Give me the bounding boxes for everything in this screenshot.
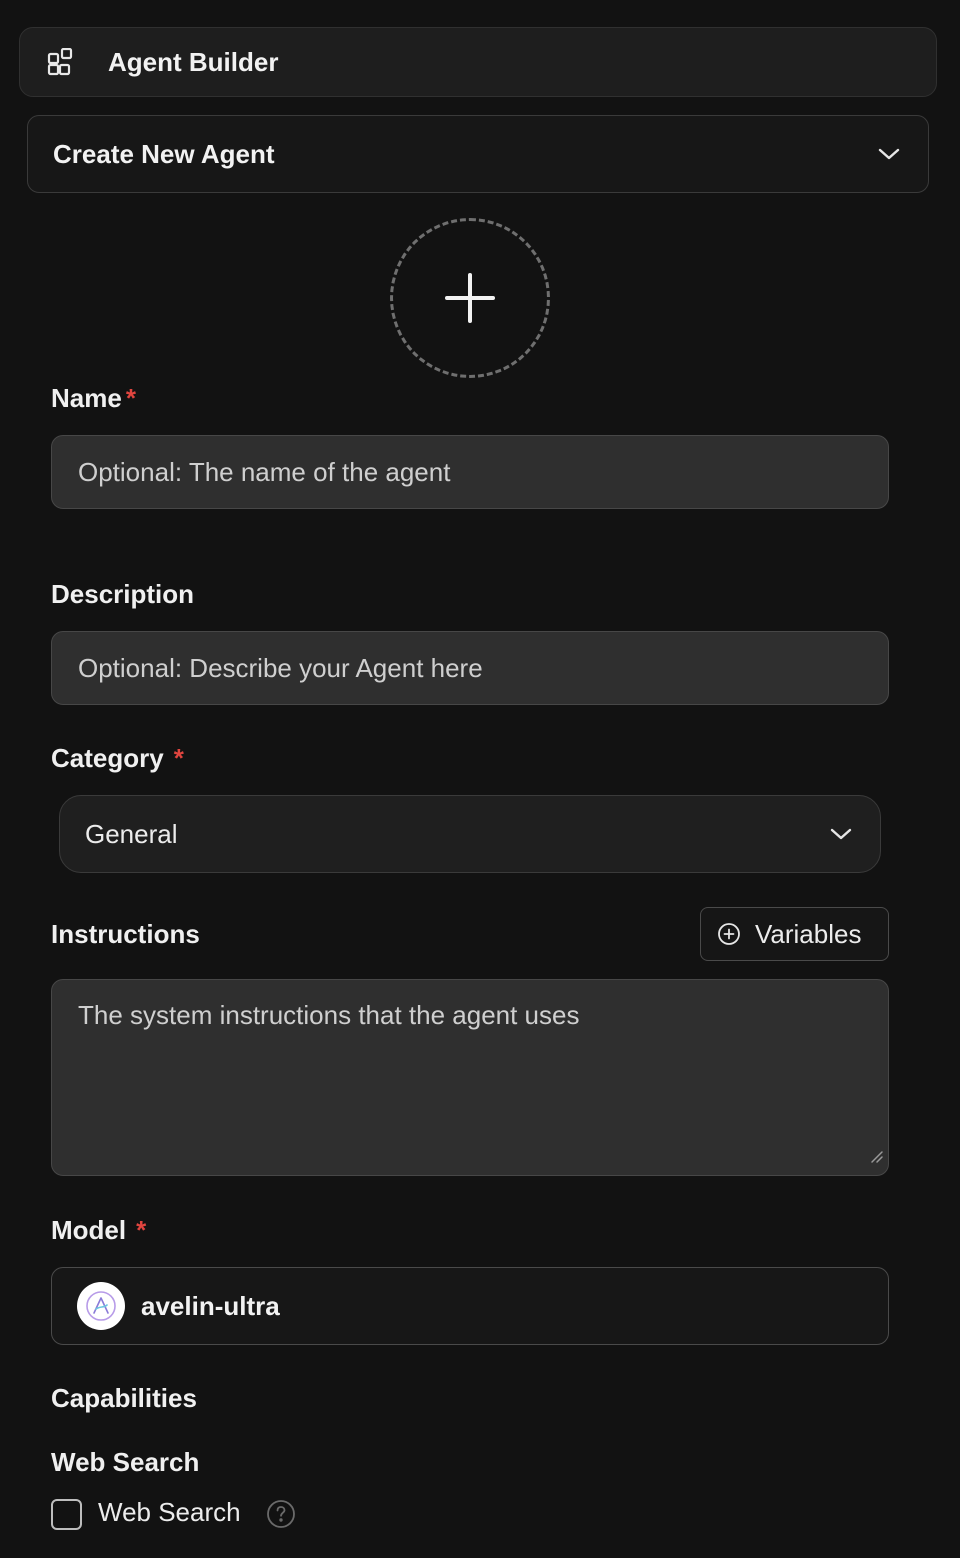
plus-circle-icon bbox=[717, 922, 741, 946]
model-select[interactable]: avelin-ultra bbox=[51, 1267, 889, 1345]
category-value: General bbox=[85, 818, 178, 849]
resize-handle-icon[interactable] bbox=[870, 1140, 884, 1171]
web-search-checkbox-label[interactable]: Web Search bbox=[98, 1497, 241, 1528]
description-label: Description bbox=[51, 579, 195, 609]
variables-button-label: Variables bbox=[755, 918, 862, 949]
widgets-icon bbox=[46, 47, 76, 77]
model-value: avelin-ultra bbox=[141, 1290, 280, 1321]
agent-select-dropdown[interactable]: Create New Agent bbox=[27, 115, 929, 193]
instructions-placeholder: The system instructions that the agent u… bbox=[78, 1000, 580, 1030]
model-logo-icon bbox=[77, 1282, 125, 1330]
variables-button[interactable]: Variables bbox=[700, 907, 889, 961]
instructions-textarea[interactable]: The system instructions that the agent u… bbox=[51, 979, 889, 1176]
web-search-checkbox[interactable] bbox=[51, 1499, 82, 1530]
name-input-placeholder: Optional: The name of the agent bbox=[78, 456, 451, 487]
required-mark: * bbox=[136, 1215, 147, 1245]
page-title: Agent Builder bbox=[108, 46, 279, 77]
agent-select-value: Create New Agent bbox=[53, 138, 275, 169]
category-label: Category * bbox=[51, 743, 184, 773]
instructions-label: Instructions bbox=[51, 919, 200, 949]
question-circle-icon[interactable] bbox=[266, 1499, 296, 1529]
web-search-section-label: Web Search bbox=[51, 1447, 200, 1477]
agent-builder-header: Agent Builder bbox=[19, 27, 937, 97]
chevron-down-icon bbox=[830, 827, 852, 841]
name-input[interactable]: Optional: The name of the agent bbox=[51, 435, 889, 509]
required-mark: * bbox=[125, 383, 136, 413]
model-label: Model * bbox=[51, 1215, 147, 1245]
avatar-upload-button[interactable] bbox=[390, 218, 550, 378]
category-select[interactable]: General bbox=[59, 795, 881, 873]
chevron-down-icon bbox=[878, 147, 900, 161]
plus-icon bbox=[444, 272, 496, 324]
capabilities-heading: Capabilities bbox=[51, 1383, 197, 1413]
name-label: Name * bbox=[51, 383, 136, 413]
required-mark: * bbox=[173, 743, 184, 773]
description-input-placeholder: Optional: Describe your Agent here bbox=[78, 652, 483, 683]
description-input[interactable]: Optional: Describe your Agent here bbox=[51, 631, 889, 705]
